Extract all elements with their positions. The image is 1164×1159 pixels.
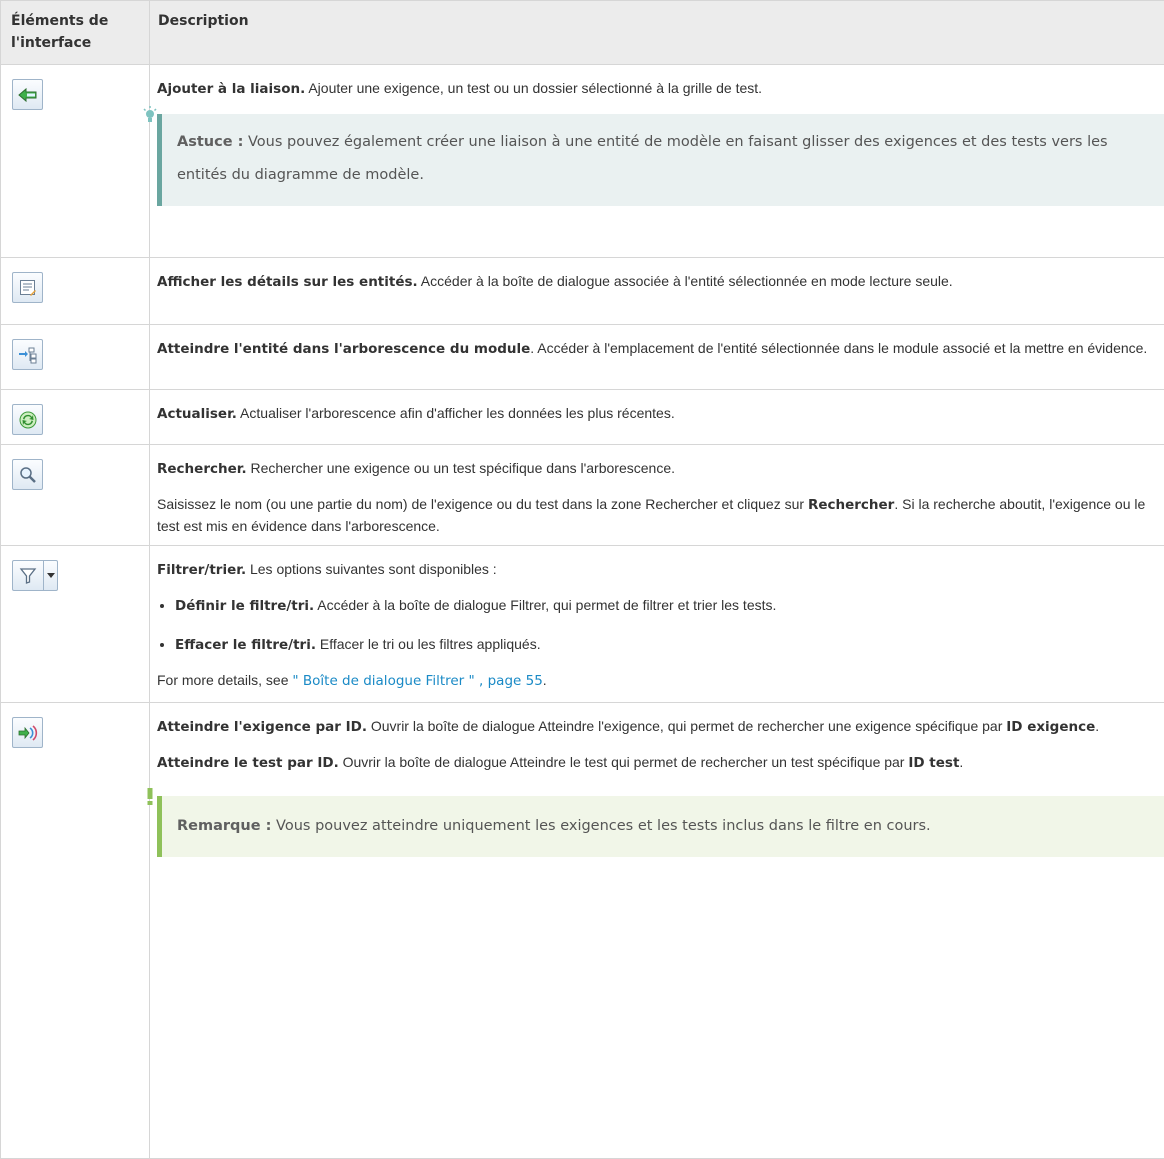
row-text: . Accéder à l'emplacement de l'entité sé…: [530, 340, 1147, 356]
table-row: Filtrer/trier. Les options suivantes son…: [1, 546, 1164, 703]
row-text-2: Ouvrir la boîte de dialogue Atteindre le…: [339, 754, 909, 770]
description-cell: Rechercher. Rechercher une exigence ou u…: [150, 445, 1164, 546]
row-title: Ajouter à la liaison.: [157, 81, 305, 97]
row-title-2: Atteindre le test par ID.: [157, 755, 339, 771]
description-cell: Atteindre l'entité dans l'arborescence d…: [150, 325, 1164, 390]
table-header-row: Éléments de l'interface Description: [1, 1, 1164, 65]
row-title: Atteindre l'entité dans l'arborescence d…: [157, 341, 530, 357]
row-text: Rechercher une exigence ou un test spéci…: [247, 460, 675, 476]
icon-cell: [1, 703, 150, 1159]
row-text: Actualiser l'arborescence afin d'affiche…: [237, 405, 675, 421]
row-text: Ouvrir la boîte de dialogue Atteindre l'…: [367, 718, 1006, 734]
filter-dialog-link[interactable]: " Boîte de dialogue Filtrer " , page 55: [292, 673, 542, 689]
row-title: Rechercher.: [157, 461, 247, 477]
filter-icon: [19, 567, 37, 585]
filter-main[interactable]: [13, 561, 44, 590]
go-to-entity-tree-icon: [18, 346, 38, 364]
description-cell: Actualiser. Actualiser l'arborescence af…: [150, 390, 1164, 445]
row-text-2-bold: ID test: [908, 755, 959, 771]
exclamation-icon: [146, 788, 154, 806]
lightbulb-icon: [143, 106, 157, 124]
go-to-by-id-button[interactable]: [12, 717, 43, 748]
row-text: Les options suivantes sont disponibles :: [246, 561, 497, 577]
row-text-2-end: .: [959, 754, 963, 770]
icon-cell: [1, 258, 150, 325]
go-to-by-id-icon: [18, 724, 38, 742]
tip-label: Astuce :: [177, 134, 243, 150]
note-label: Remarque :: [177, 818, 271, 834]
row-title: Afficher les détails sur les entités.: [157, 274, 418, 290]
option-text: Accéder à la boîte de dialogue Filtrer, …: [314, 597, 776, 613]
table-row: Rechercher. Rechercher une exigence ou u…: [1, 445, 1164, 546]
option-text: Effacer le tri ou les filtres appliqués.: [316, 636, 541, 652]
row-text-2-bold: Rechercher: [808, 497, 894, 513]
list-item: Définir le filtre/tri. Accéder à la boît…: [175, 595, 1158, 617]
more-prefix: For more details, see: [157, 672, 292, 688]
option-title: Définir le filtre/tri.: [175, 598, 314, 614]
entity-details-button[interactable]: [12, 272, 43, 303]
refresh-button[interactable]: [12, 404, 43, 435]
description-cell: Ajouter à la liaison. Ajouter une exigen…: [150, 65, 1164, 258]
search-icon: [19, 466, 37, 484]
refresh-icon: [18, 410, 38, 430]
chevron-down-icon: [47, 573, 55, 579]
add-to-link-button[interactable]: [12, 79, 43, 110]
header-description: Description: [150, 1, 1164, 65]
row-title: Actualiser.: [157, 406, 237, 422]
row-text: Ajouter une exigence, un test ou un doss…: [305, 80, 762, 96]
table-row: Actualiser. Actualiser l'arborescence af…: [1, 390, 1164, 445]
description-cell: Afficher les détails sur les entités. Ac…: [150, 258, 1164, 325]
row-text-2a: Saisissez le nom (ou une partie du nom) …: [157, 496, 808, 512]
note-text: Vous pouvez atteindre uniquement les exi…: [271, 818, 930, 834]
filter-dropdown[interactable]: [44, 561, 57, 590]
note-box: Remarque : Vous pouvez atteindre uniquem…: [157, 796, 1164, 857]
add-to-link-arrow-icon: [18, 87, 38, 103]
page: Éléments de l'interface Description Ajou…: [0, 0, 1164, 1143]
table-row: Afficher les détails sur les entités. Ac…: [1, 258, 1164, 325]
icon-cell: [1, 65, 150, 258]
row-text-bold: ID exigence: [1006, 719, 1095, 735]
row-title: Atteindre l'exigence par ID.: [157, 719, 367, 735]
tip-box: Astuce : Vous pouvez également créer une…: [157, 114, 1164, 206]
list-item: Effacer le filtre/tri. Effacer le tri ou…: [175, 634, 1158, 656]
entity-details-icon: [19, 279, 37, 297]
options-list: Définir le filtre/tri. Accéder à la boît…: [157, 595, 1158, 656]
icon-cell: [1, 390, 150, 445]
icon-cell: [1, 445, 150, 546]
row-text: Accéder à la boîte de dialogue associée …: [418, 273, 953, 289]
description-cell: Filtrer/trier. Les options suivantes son…: [150, 546, 1164, 703]
search-button[interactable]: [12, 459, 43, 490]
header-ui-elements: Éléments de l'interface: [1, 1, 150, 65]
tip-callout: Astuce : Vous pouvez également créer une…: [157, 114, 1164, 206]
go-to-entity-button[interactable]: [12, 339, 43, 370]
note-callout: Remarque : Vous pouvez atteindre uniquem…: [157, 796, 1164, 857]
option-title: Effacer le filtre/tri.: [175, 637, 316, 653]
icon-cell: [1, 325, 150, 390]
table-row: Ajouter à la liaison. Ajouter une exigen…: [1, 65, 1164, 258]
row-title: Filtrer/trier.: [157, 562, 246, 578]
filter-button[interactable]: [12, 560, 58, 591]
table-row: Atteindre l'exigence par ID. Ouvrir la b…: [1, 703, 1164, 1159]
table-row: Atteindre l'entité dans l'arborescence d…: [1, 325, 1164, 390]
more-suffix: .: [543, 672, 547, 688]
tip-text: Vous pouvez également créer une liaison …: [177, 134, 1108, 183]
ui-elements-table: Éléments de l'interface Description Ajou…: [0, 0, 1164, 1159]
description-cell: Atteindre l'exigence par ID. Ouvrir la b…: [150, 703, 1164, 1159]
row-text-end: .: [1095, 718, 1099, 734]
icon-cell: [1, 546, 150, 703]
